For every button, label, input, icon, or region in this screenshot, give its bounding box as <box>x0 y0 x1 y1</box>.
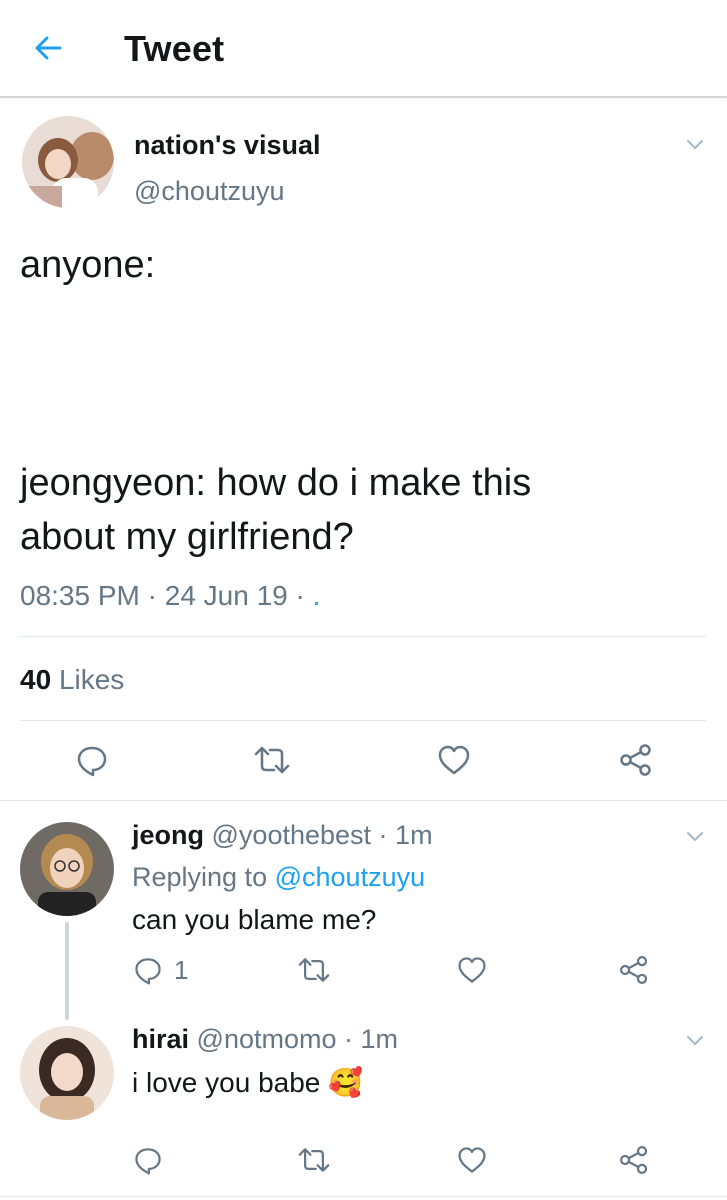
reply-author-handle[interactable]: @yoothebest <box>212 820 372 850</box>
tweet-text-line-3: about my girlfriend? <box>20 516 354 558</box>
share-icon[interactable] <box>618 954 650 986</box>
author-handle[interactable]: @choutzuyu <box>134 176 285 207</box>
tweet-date: 24 Jun 19 <box>164 580 288 611</box>
reply-icon[interactable] <box>132 954 164 986</box>
replying-to: Replying to @choutzuyu <box>132 862 425 893</box>
tweet-text-line-2: jeongyeon: how do i make this <box>20 462 532 504</box>
back-arrow-icon[interactable] <box>30 30 66 66</box>
divider <box>0 1196 727 1197</box>
chevron-down-icon[interactable] <box>683 824 707 848</box>
tweet-timestamp: 08:35 PM · 24 Jun 19 · . <box>20 580 320 612</box>
separator-dot: · <box>378 820 396 850</box>
divider <box>20 636 706 637</box>
reply-text: i love you babe 🥰 <box>132 1066 363 1099</box>
likes-stat[interactable]: 40 Likes <box>20 664 124 696</box>
divider <box>20 720 706 721</box>
author-avatar[interactable] <box>22 116 114 208</box>
like-icon[interactable] <box>456 1144 488 1176</box>
retweet-icon[interactable] <box>296 1144 332 1176</box>
chevron-down-icon[interactable] <box>683 1028 707 1052</box>
likes-label: Likes <box>58 664 125 695</box>
replying-to-label: Replying to <box>132 862 268 892</box>
reply-icon[interactable] <box>132 1144 164 1176</box>
separator-dot: · <box>147 580 165 611</box>
likes-count: 40 <box>20 664 52 695</box>
reply-time: 1m <box>360 1024 399 1054</box>
retweet-icon[interactable] <box>252 742 292 778</box>
reply-time: 1m <box>395 820 433 850</box>
reply-header: hirai @notmomo · 1m <box>132 1024 398 1055</box>
separator-dot: · <box>295 580 313 611</box>
reply-text-content: i love you babe <box>132 1067 321 1098</box>
reply-icon[interactable] <box>74 742 110 778</box>
reply-count: 1 <box>174 955 189 985</box>
reply-header: jeong @yoothebest · 1m <box>132 820 433 851</box>
reply-avatar[interactable] <box>20 1026 114 1120</box>
separator-dot: · <box>344 1024 361 1054</box>
reply-avatar[interactable] <box>20 822 114 916</box>
source-link[interactable]: . <box>313 580 321 611</box>
reply-text: can you blame me? <box>132 904 377 935</box>
share-icon[interactable] <box>618 742 654 778</box>
page-title: Tweet <box>124 28 225 69</box>
author-name[interactable]: nation's visual <box>134 130 320 161</box>
reply-author-name[interactable]: jeong <box>132 820 204 850</box>
share-icon[interactable] <box>618 1144 650 1176</box>
tweet-text-line-1: anyone: <box>20 244 156 286</box>
reply-author-name[interactable]: hirai <box>132 1024 189 1054</box>
chevron-down-icon[interactable] <box>683 132 707 156</box>
tweet-time: 08:35 PM <box>20 580 140 611</box>
divider <box>0 800 727 801</box>
retweet-icon[interactable] <box>296 954 332 986</box>
like-icon[interactable] <box>456 954 488 986</box>
reply-author-handle[interactable]: @notmomo <box>197 1024 337 1054</box>
thread-connector-line <box>65 922 69 1020</box>
smiling-face-with-hearts-emoji: 🥰 <box>328 1067 364 1098</box>
replying-to-handle[interactable]: @choutzuyu <box>275 862 426 892</box>
top-app-bar: Tweet <box>0 0 727 98</box>
like-icon[interactable] <box>436 742 472 778</box>
